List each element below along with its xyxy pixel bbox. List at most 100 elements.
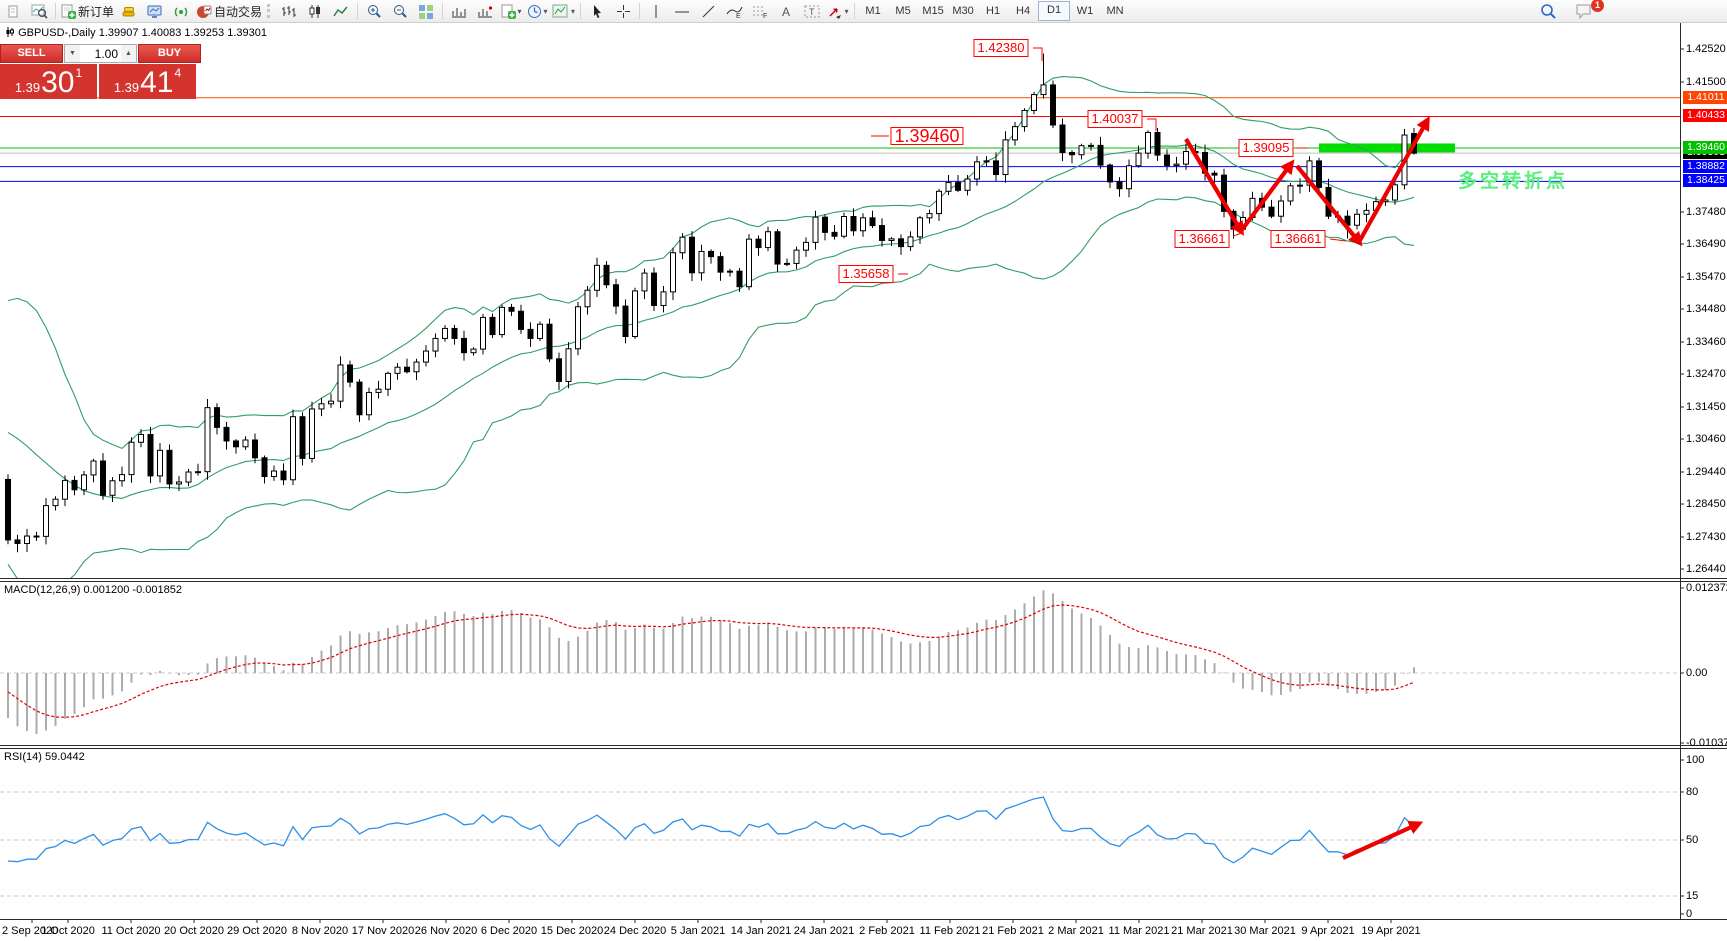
volume-stepper: ▼ ▲ (64, 44, 137, 63)
price-tick-label: 1.36490 (1686, 238, 1726, 250)
price-annotation: 1.39460 (890, 127, 963, 145)
chevron-down-icon[interactable]: ▾ (518, 7, 522, 16)
chart-preview-icon[interactable] (26, 1, 52, 21)
chevron-down-icon[interactable]: ▾ (845, 7, 849, 16)
volume-increase-button[interactable]: ▲ (121, 45, 136, 62)
price-tick-label: 1.27430 (1686, 531, 1726, 543)
sell-button[interactable]: SELL (0, 44, 63, 63)
zoom-out-icon[interactable] (387, 1, 413, 21)
date-tick-label: 19 Apr 2021 (1361, 925, 1420, 937)
date-tick-label: 30 Mar 2021 (1234, 925, 1296, 937)
arrows-tool[interactable]: ▾ (825, 1, 851, 21)
horizontal-line-tool[interactable] (669, 1, 695, 21)
date-tick-label: 24 Jan 2021 (794, 925, 855, 937)
signal-icon[interactable] (168, 1, 194, 21)
sell-price-box[interactable]: 1.39 30 1 (0, 64, 97, 99)
vertical-line-tool[interactable] (643, 1, 669, 21)
price-annotation: 1.36661 (1271, 230, 1326, 248)
period-clock-button[interactable]: ▾ (524, 1, 550, 21)
date-tick-label: 11 Mar 2021 (1109, 925, 1170, 937)
timeframe-m5[interactable]: M5 (888, 2, 918, 20)
timeframe-w1[interactable]: W1 (1070, 2, 1100, 20)
rsi-tick-label: 50 (1686, 834, 1698, 846)
panel-separator[interactable] (0, 745, 1727, 749)
timeframe-m30[interactable]: M30 (948, 2, 978, 20)
buy-price-box[interactable]: 1.39 41 4 (99, 64, 196, 99)
crosshair-tool-icon[interactable] (610, 1, 636, 21)
terminal-icon[interactable] (142, 1, 168, 21)
date-tick-label: 26 Nov 2020 (415, 925, 477, 937)
date-tick-label: 8 Nov 2020 (292, 925, 348, 937)
one-click-trading-panel: SELL ▼ ▲ BUY 1.39 30 1 1.39 41 4 (0, 44, 196, 99)
panel-separator[interactable] (0, 578, 1727, 582)
timeframe-d1[interactable]: D1 (1038, 1, 1070, 21)
date-tick-label: 24 Dec 2020 (604, 925, 666, 937)
price-level-label: 1.38425 (1683, 174, 1727, 187)
buy-price-small: 1.39 (114, 78, 139, 98)
price-tick-label: 1.34480 (1686, 303, 1726, 315)
sell-price-big: 30 (41, 68, 74, 98)
volume-input[interactable] (80, 45, 121, 62)
date-tick-label: 1 Oct 2020 (41, 925, 95, 937)
timeframe-m1[interactable]: M1 (858, 2, 888, 20)
price-tick-label: 1.31450 (1686, 401, 1726, 413)
macd-tick-label: 0.00 (1686, 667, 1707, 679)
tile-windows-icon[interactable] (413, 1, 439, 21)
buy-price-pip: 4 (175, 67, 182, 79)
price-tick-label: 1.33460 (1686, 336, 1726, 348)
gold-icon[interactable] (116, 1, 142, 21)
line-chart-type-icon[interactable] (328, 1, 354, 21)
new-order-button[interactable]: 新订单 (59, 1, 116, 21)
chart-list-icon[interactable] (0, 1, 26, 21)
chart-title: GBPUSD-,Daily 1.39907 1.40083 1.39253 1.… (6, 27, 267, 39)
text-label-tool[interactable]: T (799, 1, 825, 21)
date-tick-label: 11 Oct 2020 (101, 925, 160, 937)
cursor-tool-icon[interactable] (584, 1, 610, 21)
buy-price-big: 41 (140, 68, 173, 98)
zoom-in-icon[interactable] (361, 1, 387, 21)
chevron-down-icon[interactable]: ▾ (571, 7, 575, 16)
rsi-tick-label: 100 (1686, 754, 1704, 766)
autotrading-button[interactable]: 自动交易 (194, 1, 264, 21)
price-tick-label: 1.37480 (1686, 206, 1726, 218)
date-tick-label: 17 Nov 2020 (352, 925, 414, 937)
price-annotation: 1.39095 (1239, 139, 1294, 157)
date-tick-label: 5 Jan 2021 (671, 925, 725, 937)
notification-badge: 1 (1591, 0, 1604, 12)
price-annotation: 1.40037 (1088, 110, 1143, 128)
fibonacci-tool[interactable]: F (747, 1, 773, 21)
timeframe-m15[interactable]: M15 (918, 2, 948, 20)
date-tick-label: 2 Feb 2021 (859, 925, 915, 937)
timeframe-h4[interactable]: H4 (1008, 2, 1038, 20)
rsi-tick-label: 0 (1686, 908, 1692, 920)
timeframe-h1[interactable]: H1 (978, 2, 1008, 20)
macd-tick-label: 0.012372 (1686, 582, 1727, 594)
date-tick-label: 11 Feb 2021 (920, 925, 981, 937)
text-tool[interactable]: A (773, 1, 799, 21)
equidistant-channel-tool[interactable]: E (721, 1, 747, 21)
rsi-tick-label: 15 (1686, 890, 1698, 902)
chart-canvas[interactable] (0, 0, 1727, 941)
price-annotation: 1.35658 (839, 265, 894, 283)
timeframe-mn[interactable]: MN (1100, 2, 1130, 20)
chart-shift-icon[interactable] (472, 1, 498, 21)
autotrading-label: 自动交易 (214, 3, 262, 20)
candle-mini-icon (6, 27, 15, 37)
buy-button[interactable]: BUY (138, 44, 201, 63)
chevron-down-icon[interactable]: ▾ (544, 7, 548, 16)
add-indicator-button[interactable]: ▾ (498, 1, 524, 21)
ohlc-values: 1.39907 1.40083 1.39253 1.39301 (99, 27, 267, 39)
trendline-tool[interactable] (695, 1, 721, 21)
new-order-label: 新订单 (78, 3, 114, 20)
notifications-button[interactable]: 1 (1571, 1, 1597, 21)
search-icon[interactable] (1535, 1, 1561, 21)
auto-arrange-icon[interactable] (446, 1, 472, 21)
template-button[interactable]: ▾ (550, 1, 577, 21)
macd-indicator-label: MACD(12,26,9) 0.001200 -0.001852 (4, 584, 182, 596)
bar-chart-type-icon[interactable] (276, 1, 302, 21)
price-tick-label: 1.26440 (1686, 563, 1726, 575)
volume-decrease-button[interactable]: ▼ (65, 45, 80, 62)
toolbar: 新订单 自动交易 ▾ ▾ ▾ E F A T ▾ M (0, 0, 1727, 23)
date-tick-label: 6 Dec 2020 (481, 925, 537, 937)
candle-chart-type-icon[interactable] (302, 1, 328, 21)
